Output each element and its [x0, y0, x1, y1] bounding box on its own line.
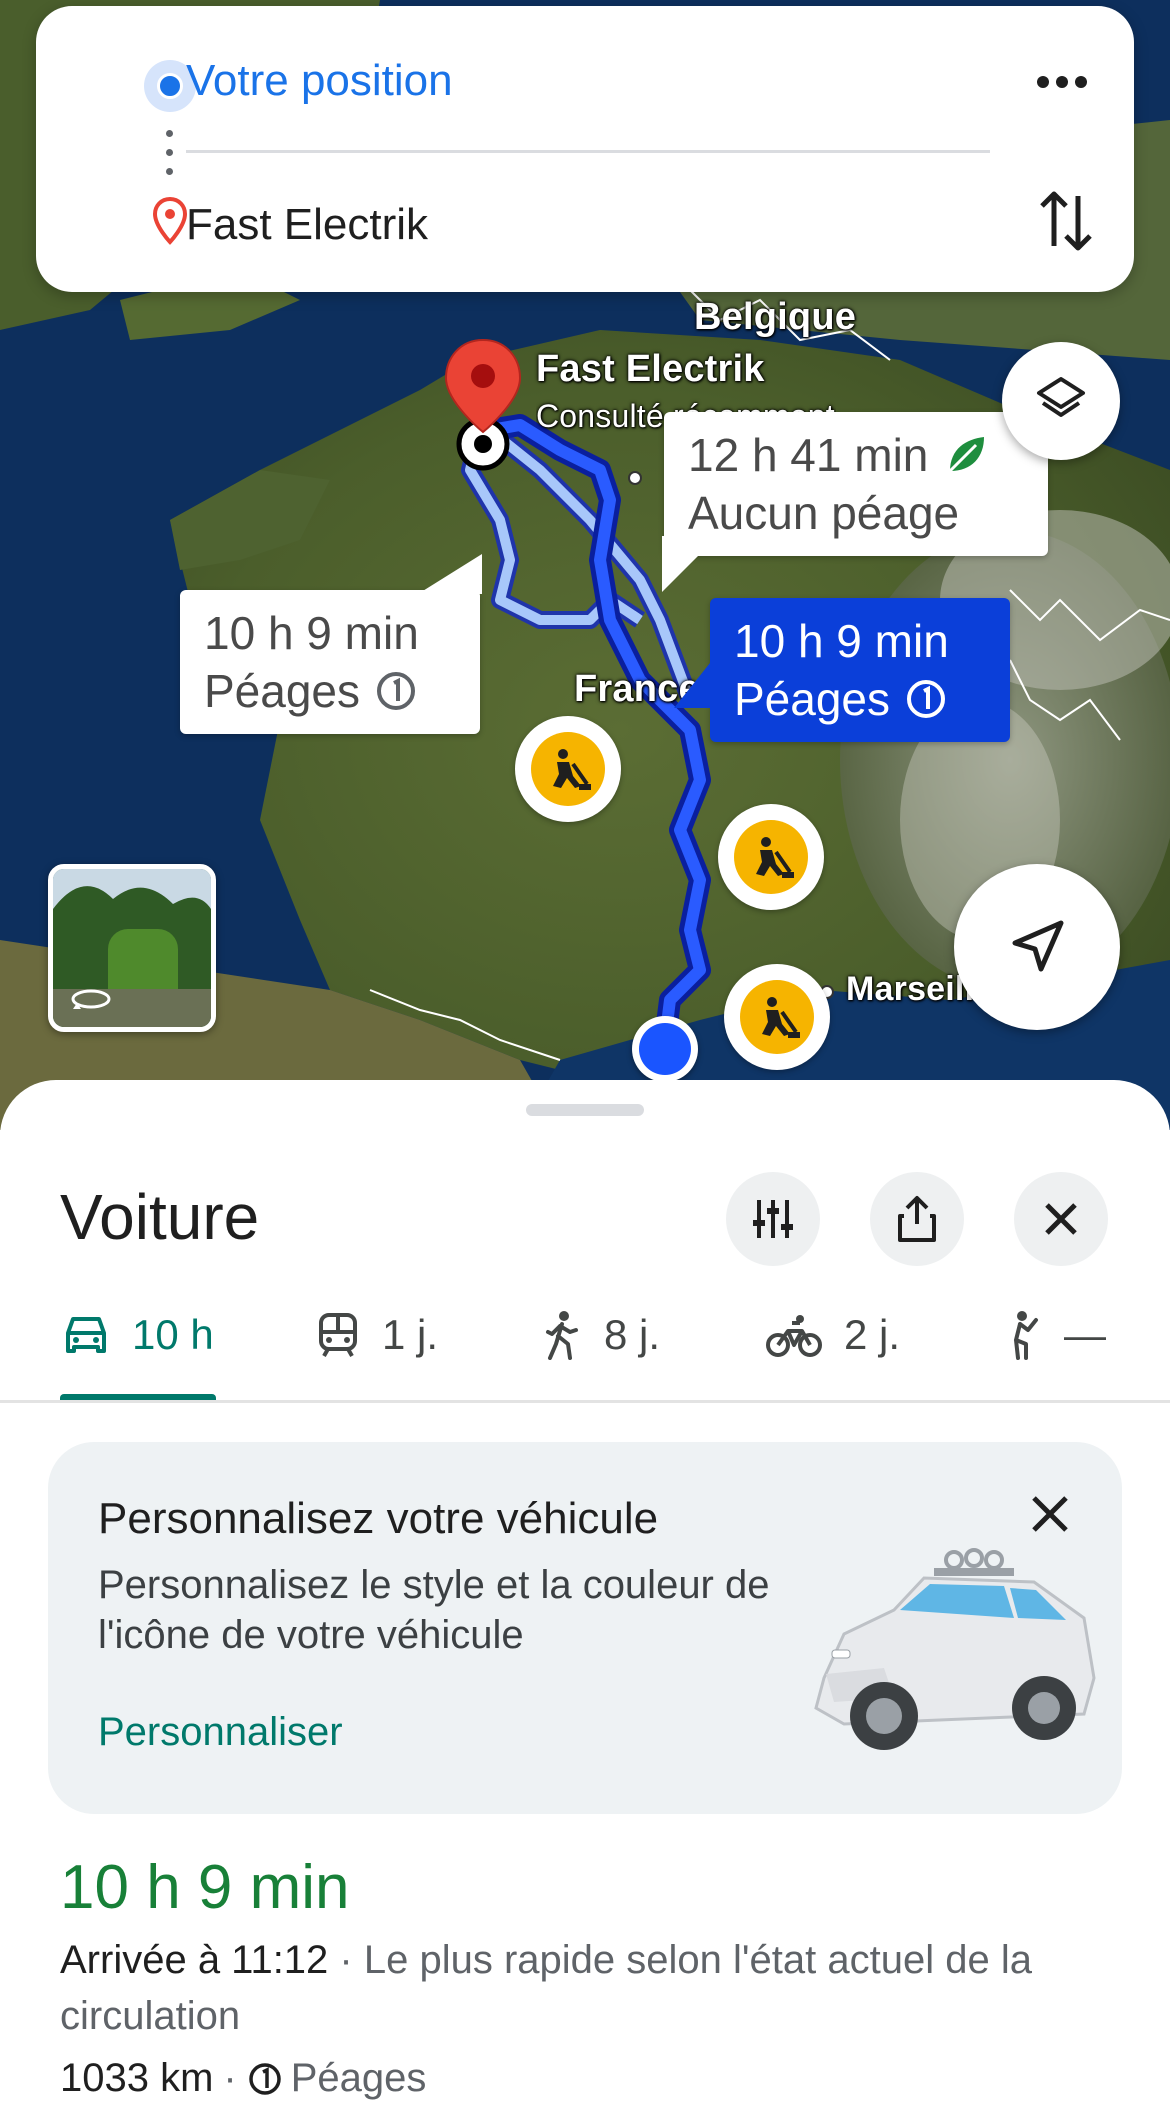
promo-description: Personnalisez le style et la couleur de … [98, 1563, 770, 1657]
arrival-info: Arrivée à 11:12 · Le plus rapide selon l… [60, 1932, 1120, 2044]
route-time: 10 h 9 min [204, 607, 419, 659]
tab-driving[interactable]: 10 h [62, 1298, 214, 1372]
route-bubble-selected[interactable]: 10 h 9 min Péages [674, 598, 1010, 742]
dismiss-promo-button[interactable] [1022, 1486, 1078, 1542]
bubble-tail [418, 554, 482, 594]
route-distance: 1033 km [60, 2056, 214, 2100]
street-view-thumbnail[interactable] [48, 864, 216, 1032]
route-toll-note: Péages [204, 665, 361, 717]
directions-search-card: Votre position Fast Electrik [36, 6, 1134, 292]
customize-vehicle-card: Personnalisez votre véhicule Personnalis… [48, 1442, 1122, 1814]
train-icon [319, 1313, 357, 1357]
roadwork-marker[interactable] [515, 716, 621, 822]
route-bubble-toll-alt[interactable]: 10 h 9 min Péages [180, 554, 482, 734]
roadwork-icon [553, 749, 591, 790]
arrival-time: Arrivée à 11:12 [60, 1938, 329, 1982]
route-toll-note: Péages [734, 673, 891, 725]
navigation-arrow-icon [1012, 920, 1064, 972]
tabs-divider [0, 1400, 1170, 1403]
tab-label: 10 h [132, 1311, 214, 1358]
ride-hailing-icon [1014, 1311, 1038, 1360]
destination-field[interactable]: Fast Electrik [186, 200, 428, 250]
360-rotate-icon [71, 989, 111, 1009]
separator-dot: · [223, 2056, 237, 2100]
route-time: 10 h 9 min [734, 615, 949, 667]
tune-sliders-icon [753, 1200, 793, 1238]
more-horizontal-icon [1037, 76, 1087, 88]
layers-icon [1037, 377, 1085, 417]
roadwork-marker[interactable] [718, 804, 824, 910]
close-icon [1045, 1203, 1077, 1235]
bike-icon [766, 1315, 822, 1357]
sheet-drag-handle[interactable] [526, 1104, 644, 1116]
tab-label: 2 j. [844, 1311, 901, 1358]
field-divider [186, 150, 990, 153]
map-label-belgium: Belgique [694, 296, 857, 338]
tab-cycling[interactable]: 2 j. [766, 1298, 900, 1372]
tolls-label: Péages [290, 2056, 427, 2100]
customize-link[interactable]: Personnaliser [98, 1710, 343, 1755]
tab-transit[interactable]: 1 j. [316, 1298, 438, 1372]
current-location-dot [632, 1016, 698, 1082]
roadwork-icon [762, 997, 800, 1038]
more-options-button[interactable] [1036, 62, 1096, 102]
walk-icon [546, 1311, 578, 1360]
travel-mode-title: Voiture [60, 1181, 260, 1253]
eco-leaf-icon [949, 437, 985, 473]
tab-label: 8 j. [604, 1311, 661, 1358]
route-toll-note: Aucun péage [688, 487, 960, 539]
recenter-button[interactable] [954, 864, 1120, 1030]
route-bubble-no-toll[interactable]: 12 h 41 min Aucun péage [662, 412, 1048, 592]
distance-row: 1033 km · Péages [60, 2056, 426, 2101]
tab-walking[interactable]: 8 j. [542, 1298, 660, 1372]
car-icon [66, 1317, 106, 1353]
origin-field[interactable]: Votre position [186, 56, 453, 106]
route-options-button[interactable] [726, 1172, 820, 1266]
destination-pin-icon[interactable] [440, 336, 526, 472]
toll-icon [249, 2062, 281, 2095]
route-dots-connector [166, 130, 174, 187]
map-label-destination: Fast Electrik [536, 348, 765, 390]
layers-button[interactable] [1002, 342, 1120, 460]
roadwork-icon [756, 837, 794, 878]
share-button[interactable] [870, 1172, 964, 1266]
swap-vertical-icon [1040, 191, 1092, 251]
route-duration: 10 h 9 min [60, 1853, 350, 1922]
promo-title: Personnalisez votre véhicule [98, 1494, 659, 1543]
directions-bottom-sheet: Voiture 10 h 1 j. 8 j. 2 j. — Personnali… [0, 1080, 1170, 2113]
close-icon [1032, 1496, 1068, 1532]
tab-label: 1 j. [382, 1311, 439, 1358]
bubble-tail [662, 536, 718, 592]
roadwork-marker[interactable] [724, 964, 830, 1070]
vehicle-illustration [814, 1548, 1096, 1750]
toll-icon [377, 672, 416, 710]
swap-directions-button[interactable] [1034, 186, 1098, 256]
toll-icon [907, 680, 946, 718]
tab-ride-hailing[interactable]: — [1002, 1298, 1106, 1372]
share-icon [898, 1196, 936, 1242]
close-directions-button[interactable] [1014, 1172, 1108, 1266]
tab-label: — [1064, 1311, 1106, 1358]
route-time: 12 h 41 min [688, 429, 929, 481]
bubble-tail [674, 658, 714, 708]
destination-pin-icon [152, 196, 188, 245]
